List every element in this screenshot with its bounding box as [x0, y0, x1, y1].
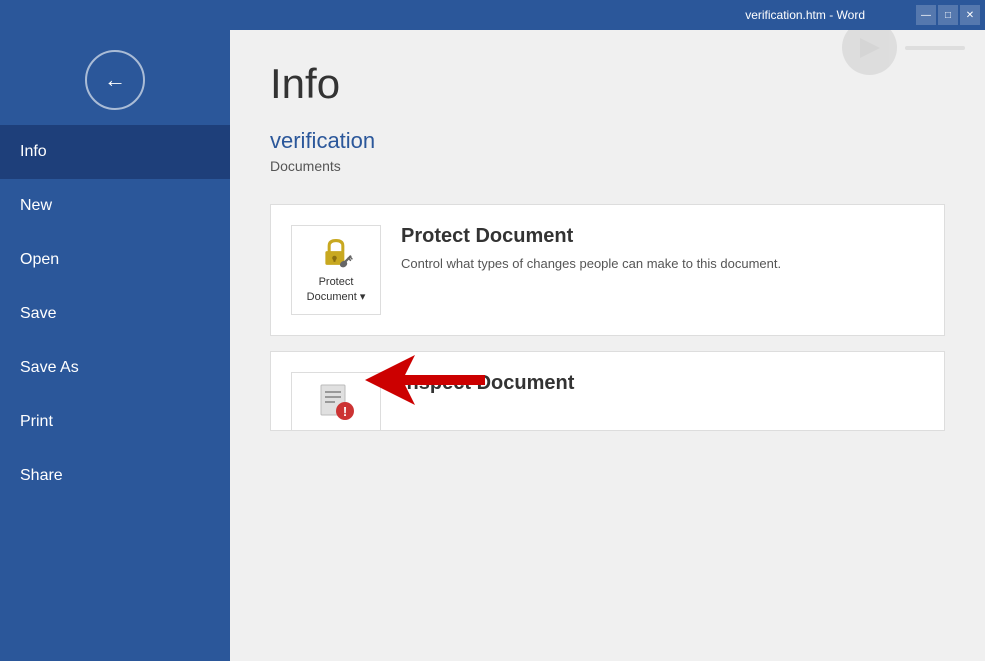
protect-document-title: Protect Document [401, 225, 924, 248]
close-button[interactable]: ✕ [960, 5, 980, 25]
main-container: ← Info New Open Save Save As Print Share [0, 30, 985, 661]
sidebar-item-save-as[interactable]: Save As [0, 341, 230, 395]
word-icon-area [842, 30, 965, 75]
arrow-svg [365, 350, 485, 410]
protect-document-button[interactable]: ProtectDocument ▾ [291, 225, 381, 315]
back-arrow-icon: ← [104, 69, 126, 91]
protect-document-card: ProtectDocument ▾ Protect Document Contr… [270, 204, 945, 336]
protect-document-icon-label: ProtectDocument ▾ [307, 275, 366, 304]
svg-text:!: ! [343, 404, 347, 419]
doc-title: verification [270, 128, 945, 154]
lock-icon [315, 236, 357, 269]
maximize-button[interactable]: □ [938, 5, 958, 25]
title-bar: verification.htm - Word — □ ✕ [0, 0, 985, 30]
sidebar-item-new[interactable]: New [0, 179, 230, 233]
sidebar-item-save[interactable]: Save [0, 287, 230, 341]
protect-document-description: Control what types of changes people can… [401, 254, 924, 274]
protect-document-content: Protect Document Control what types of c… [401, 225, 924, 274]
content-area: Info verification Documents [230, 30, 985, 661]
sidebar: ← Info New Open Save Save As Print Share [0, 30, 230, 661]
inspect-icon: ! [317, 383, 355, 421]
back-button[interactable]: ← [85, 50, 145, 110]
red-arrow [365, 350, 485, 415]
word-icon [842, 30, 897, 75]
progress-bar [905, 46, 965, 50]
doc-path: Documents [270, 158, 945, 174]
sidebar-item-info[interactable]: Info [0, 125, 230, 179]
sidebar-item-share[interactable]: Share [0, 449, 230, 503]
sidebar-item-open[interactable]: Open [0, 233, 230, 287]
window-controls: — □ ✕ [916, 5, 980, 25]
minimize-button[interactable]: — [916, 5, 936, 25]
sidebar-item-print[interactable]: Print [0, 395, 230, 449]
window-title: verification.htm - Word [745, 8, 865, 22]
